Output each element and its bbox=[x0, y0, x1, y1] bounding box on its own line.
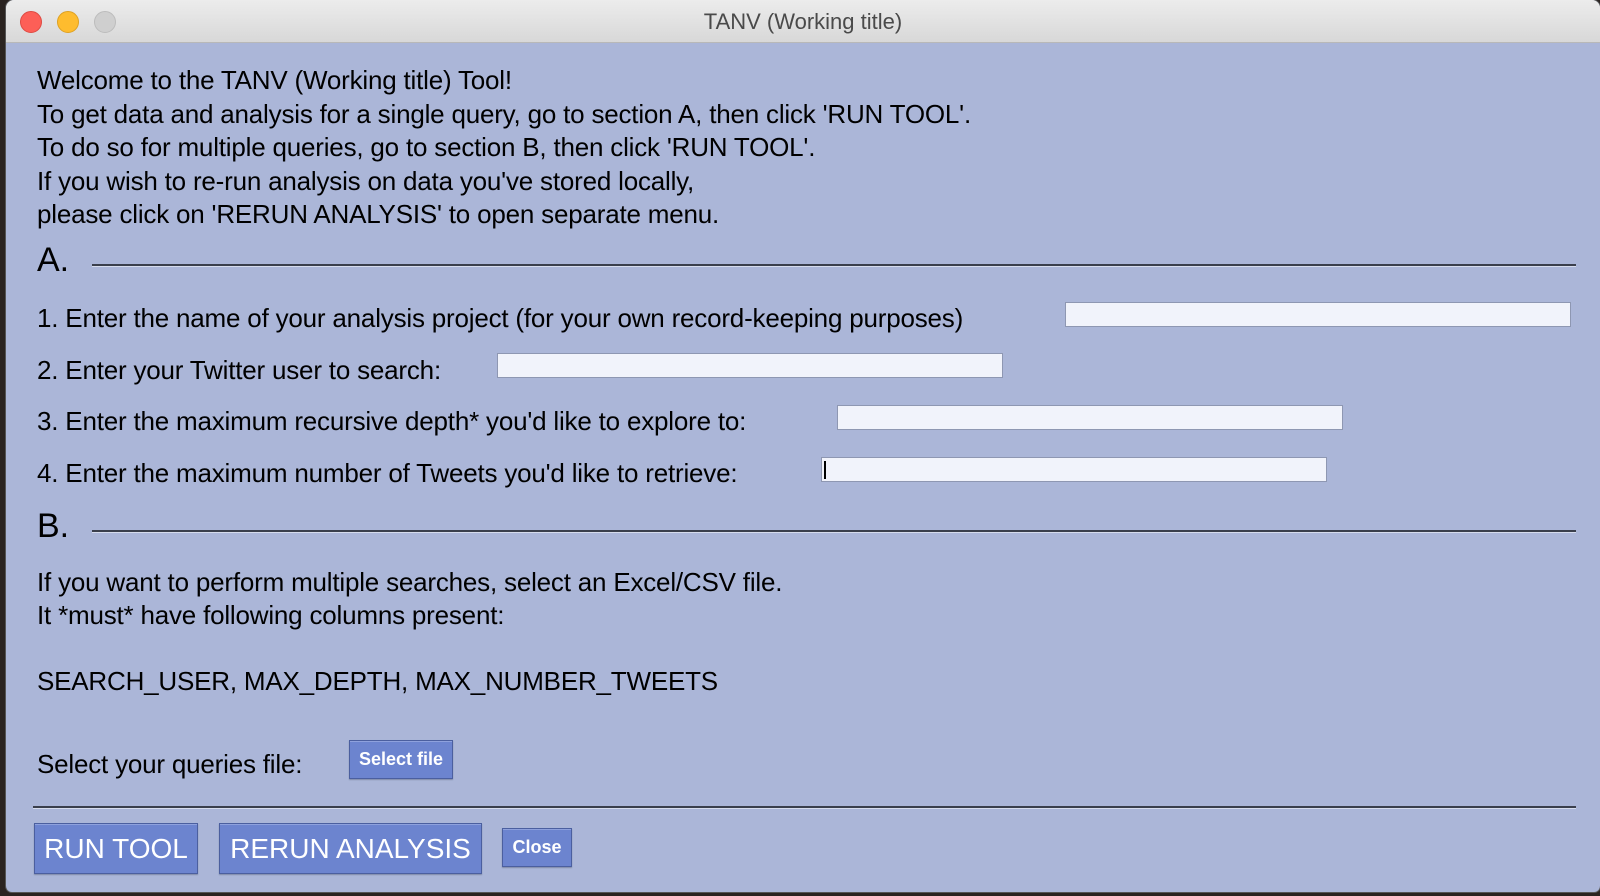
intro-line: If you wish to re-run analysis on data y… bbox=[37, 165, 695, 196]
app-window: TANV (Working title) Welcome to the TANV… bbox=[6, 0, 1600, 892]
text-cursor bbox=[824, 461, 826, 479]
intro-line: To do so for multiple queries, go to sec… bbox=[37, 132, 816, 162]
twitter-user-label: 2. Enter your Twitter user to search: bbox=[37, 355, 441, 385]
section-b-label: B. bbox=[37, 507, 70, 545]
project-name-input[interactable] bbox=[1065, 302, 1571, 327]
section-b-divider bbox=[92, 530, 1576, 533]
title-bar[interactable]: TANV (Working title) bbox=[6, 0, 1600, 43]
run-tool-button[interactable]: RUN TOOL bbox=[34, 823, 198, 874]
section-b-instruction: If you want to perform multiple searches… bbox=[37, 567, 783, 597]
close-button[interactable]: Close bbox=[502, 828, 572, 867]
intro-line: Welcome to the TANV (Working title) Tool… bbox=[37, 65, 512, 95]
intro-line: To get data and analysis for a single qu… bbox=[37, 98, 971, 129]
max-depth-input[interactable] bbox=[837, 405, 1343, 430]
window-title: TANV (Working title) bbox=[703, 9, 903, 34]
footer-divider bbox=[33, 806, 1576, 809]
max-tweets-label: 4. Enter the maximum number of Tweets yo… bbox=[37, 458, 738, 488]
twitter-user-input[interactable] bbox=[497, 353, 1003, 378]
intro-text: Welcome to the TANV (Working title) Tool… bbox=[37, 64, 971, 232]
required-columns: SEARCH_USER, MAX_DEPTH, MAX_NUMBER_TWEET… bbox=[37, 666, 718, 696]
max-depth-label: 3. Enter the maximum recursive depth* yo… bbox=[37, 406, 747, 436]
section-a-label: A. bbox=[37, 241, 70, 279]
queries-file-label: Select your queries file: bbox=[37, 749, 303, 779]
section-a-divider bbox=[92, 264, 1576, 267]
max-tweets-input[interactable] bbox=[821, 457, 1327, 482]
intro-line: please click on 'RERUN ANALYSIS' to open… bbox=[37, 199, 720, 229]
project-name-label: 1. Enter the name of your analysis proje… bbox=[37, 303, 964, 333]
main-panel: Welcome to the TANV (Working title) Tool… bbox=[6, 43, 1600, 892]
rerun-analysis-button[interactable]: RERUN ANALYSIS bbox=[219, 823, 482, 874]
select-file-button[interactable]: Select file bbox=[349, 740, 453, 779]
section-b-requirement: It *must* have following columns present… bbox=[37, 600, 505, 630]
